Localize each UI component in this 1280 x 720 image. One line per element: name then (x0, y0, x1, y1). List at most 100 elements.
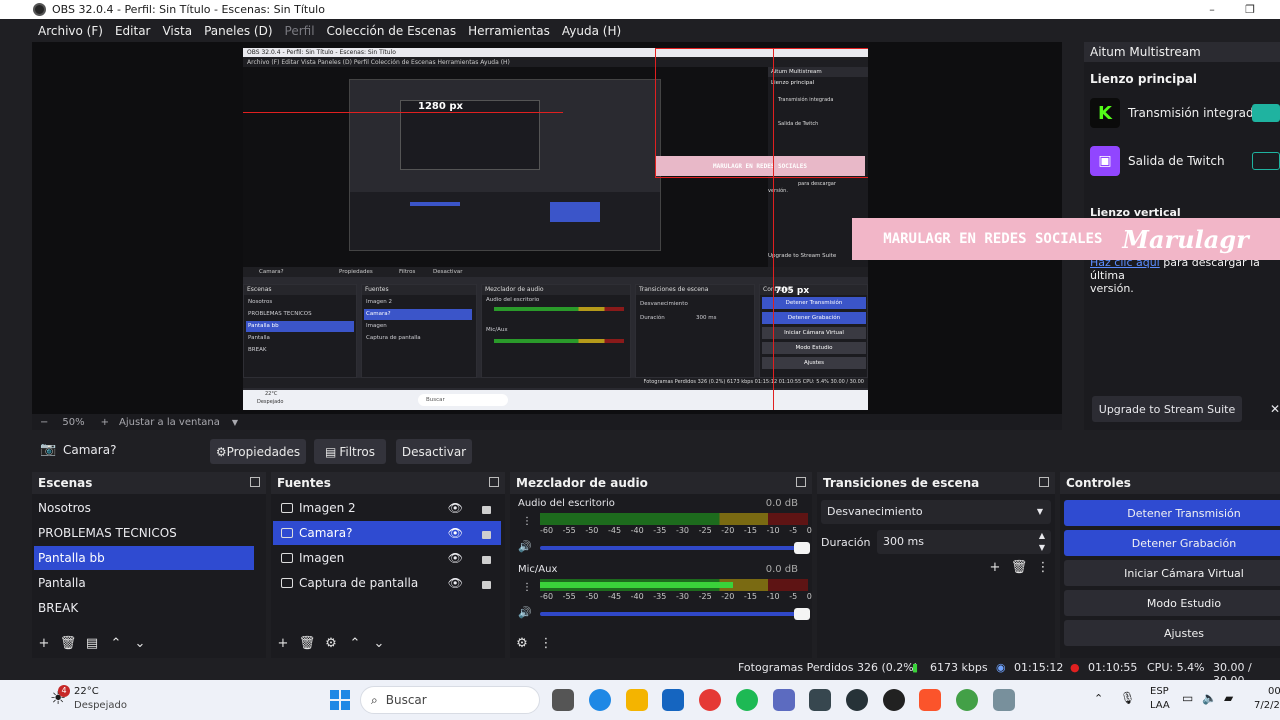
lock-icon[interactable] (482, 581, 491, 589)
scene-item[interactable]: BREAK (34, 596, 254, 620)
filters-button[interactable]: ▤ Filtros (314, 439, 386, 464)
minimize-icon[interactable]: – (1192, 0, 1232, 19)
more-icon[interactable]: ⋮ (522, 516, 532, 527)
preview-area[interactable]: OBS 32.0.4 - Perfil: Sin Título - Escena… (32, 42, 1280, 414)
popout-icon[interactable] (250, 477, 260, 487)
chevron-down-icon[interactable]: ⌄ (367, 636, 391, 651)
stop-recording-button[interactable]: Detener Grabación (1064, 530, 1280, 556)
chevron-up-icon[interactable]: ⌃ (104, 636, 128, 651)
windows-start-icon[interactable] (330, 690, 350, 710)
popout-icon[interactable] (489, 477, 499, 487)
language[interactable]: ESP (1150, 686, 1169, 697)
menu-ayuda[interactable]: Ayuda (H) (556, 24, 627, 38)
spotify-icon[interactable] (736, 689, 758, 711)
transition-select[interactable]: Desvanecimiento ▼ (821, 500, 1051, 524)
lock-icon[interactable] (482, 506, 491, 514)
settings-button[interactable]: Ajustes (1064, 620, 1280, 646)
scene-item[interactable]: Pantalla (34, 571, 254, 595)
stop-streaming-button[interactable]: Detener Transmisión (1064, 500, 1280, 526)
add-icon[interactable]: + (32, 636, 56, 651)
meter-tick-label: -35 (653, 592, 667, 601)
popout-icon[interactable] (1039, 477, 1049, 487)
chevron-up-icon[interactable]: ⌃ (343, 636, 367, 651)
integrated-stream-toggle[interactable] (1252, 104, 1280, 122)
edge-icon[interactable] (589, 689, 611, 711)
brave-icon[interactable] (919, 689, 941, 711)
teams-icon[interactable] (773, 689, 795, 711)
clock-time[interactable]: 00 (1268, 686, 1280, 697)
menu-coleccion-escenas[interactable]: Colección de Escenas (321, 24, 463, 38)
scene-item[interactable]: Pantalla bb (34, 546, 254, 570)
add-icon[interactable]: + (983, 560, 1007, 575)
obs-icon[interactable] (846, 689, 868, 711)
inner-status: Fotogramas Perdidos 326 (0.2%) 6173 kbps… (243, 378, 868, 388)
volume-slider[interactable] (540, 608, 810, 620)
add-icon[interactable]: + (271, 636, 295, 651)
speaker-icon[interactable]: 🔊 (518, 606, 532, 619)
menu-archivo[interactable]: Archivo (F) (32, 24, 109, 38)
menu-editar[interactable]: Editar (109, 24, 157, 38)
start-virtual-camera-button[interactable]: Iniciar Cámara Virtual (1064, 560, 1280, 586)
store-icon[interactable] (662, 689, 684, 711)
source-item[interactable]: Imagen 👁 (273, 546, 501, 570)
mic-icon[interactable]: 🎙 (1120, 691, 1135, 705)
eye-icon[interactable]: 👁 (448, 576, 463, 590)
chrome-canary-icon[interactable] (956, 689, 978, 711)
more-icon[interactable]: ⋮ (1031, 560, 1055, 575)
chevron-down-icon[interactable]: ⌄ (128, 636, 152, 651)
task-view-icon[interactable] (552, 689, 574, 711)
trash-icon[interactable]: 🗑 (295, 636, 319, 651)
duration-spinbox[interactable]: 300 ms ▲ ▼ (877, 530, 1051, 554)
more-icon[interactable]: ⋮ (522, 582, 532, 593)
zoom-level[interactable]: 50% (62, 417, 84, 428)
gear-icon[interactable]: ⚙ (510, 636, 534, 651)
region[interactable]: LAA (1150, 700, 1170, 711)
twitch-stream-toggle[interactable] (1252, 152, 1280, 170)
fit-window-select[interactable]: Ajustar a la ventana (119, 417, 220, 428)
chevron-up-icon[interactable]: ⌃ (1094, 692, 1103, 705)
eye-icon[interactable]: 👁 (448, 501, 463, 515)
clock-date[interactable]: 7/2/2 (1254, 700, 1280, 711)
speaker-icon[interactable]: 🔊 (518, 540, 532, 553)
menu-vista[interactable]: Vista (156, 24, 198, 38)
scene-item[interactable]: Nosotros (34, 496, 254, 520)
menu-perfil[interactable]: Perfil (279, 24, 321, 38)
volume-slider[interactable] (540, 542, 810, 554)
zoom-in-button[interactable]: + (101, 417, 109, 428)
chevron-down-icon[interactable]: ▼ (232, 418, 238, 427)
more-icon[interactable]: ⋮ (534, 636, 558, 651)
gear-icon[interactable]: ⚙ (319, 636, 343, 651)
studio-mode-button[interactable]: Modo Estudio (1064, 590, 1280, 616)
program-preview[interactable]: OBS 32.0.4 - Perfil: Sin Título - Escena… (243, 48, 868, 410)
maximize-icon[interactable]: ❐ (1230, 0, 1270, 19)
settings-app-icon[interactable] (993, 689, 1015, 711)
upgrade-button[interactable]: Upgrade to Stream Suite (1092, 396, 1242, 422)
app-icon[interactable] (809, 689, 831, 711)
menu-paneles[interactable]: Paneles (D) (198, 24, 278, 38)
taskbar-search[interactable]: ⌕ Buscar (360, 686, 540, 714)
menu-herramientas[interactable]: Herramientas (462, 24, 556, 38)
battery-icon[interactable]: ▰ (1224, 691, 1233, 705)
lock-icon[interactable] (482, 531, 491, 539)
eye-icon[interactable]: 👁 (448, 526, 463, 540)
volume-icon[interactable]: 🔈 (1202, 691, 1217, 705)
source-item[interactable]: Captura de pantalla 👁 (273, 571, 501, 595)
filter-icon[interactable]: ▤ (80, 636, 104, 651)
network-icon[interactable]: ▭ (1182, 691, 1193, 705)
trash-icon[interactable]: 🗑 (1007, 560, 1031, 575)
close-icon[interactable]: ✕ (1270, 402, 1280, 416)
scene-item[interactable]: PROBLEMAS TECNICOS (34, 521, 254, 545)
eye-icon[interactable]: 👁 (448, 551, 463, 565)
obs-alt-icon[interactable] (883, 689, 905, 711)
chrome-icon[interactable] (699, 689, 721, 711)
lock-icon[interactable] (482, 556, 491, 564)
popout-icon[interactable] (796, 477, 806, 487)
source-item[interactable]: Imagen 2 👁 (273, 496, 501, 520)
deactivate-button[interactable]: Desactivar (396, 439, 472, 464)
bitrate-icon: ▮ (912, 661, 919, 674)
trash-icon[interactable]: 🗑 (56, 636, 80, 651)
source-item[interactable]: Camara? 👁 (273, 521, 501, 545)
zoom-out-button[interactable]: − (40, 417, 48, 428)
properties-button[interactable]: ⚙ Propiedades (210, 439, 306, 464)
file-explorer-icon[interactable] (626, 689, 648, 711)
